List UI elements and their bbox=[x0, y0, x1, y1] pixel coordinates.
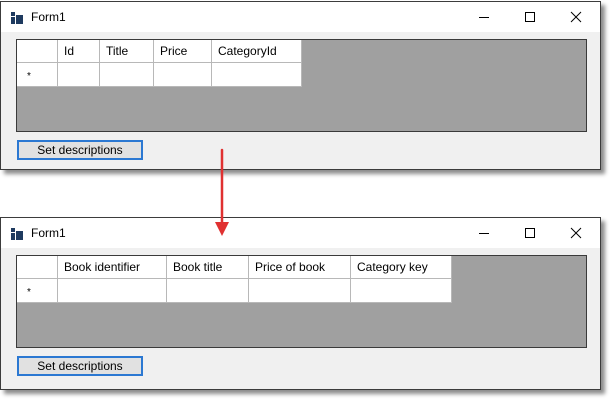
maximize-icon bbox=[525, 12, 535, 22]
data-grid-view[interactable]: Id Title Price CategoryId * bbox=[16, 39, 587, 132]
data-grid-view[interactable]: Book identifier Book title Price of book… bbox=[16, 255, 587, 348]
app-form-icon bbox=[11, 228, 23, 240]
grid-cell[interactable] bbox=[249, 279, 351, 303]
window-title: Form1 bbox=[31, 226, 66, 240]
window-title: Form1 bbox=[31, 10, 66, 24]
grid-cell[interactable] bbox=[58, 63, 100, 87]
maximize-icon bbox=[525, 228, 535, 238]
app-form-icon bbox=[11, 12, 23, 24]
new-row[interactable]: * bbox=[17, 63, 302, 87]
grid-cell[interactable] bbox=[167, 279, 249, 303]
title-bar[interactable]: Form1 bbox=[1, 218, 600, 248]
set-descriptions-button[interactable]: Set descriptions bbox=[17, 140, 143, 160]
maximize-button[interactable] bbox=[507, 2, 553, 32]
column-header-row: Book identifier Book title Price of book… bbox=[17, 256, 452, 279]
new-row-marker-icon: * bbox=[27, 71, 31, 82]
close-button[interactable] bbox=[553, 2, 599, 32]
form-window-after: Form1 Book identifier Book title Price o… bbox=[0, 217, 601, 390]
row-header[interactable]: * bbox=[17, 279, 58, 303]
set-descriptions-button[interactable]: Set descriptions bbox=[17, 356, 143, 376]
new-row-marker-icon: * bbox=[27, 287, 31, 298]
column-header[interactable]: Title bbox=[100, 40, 154, 63]
select-all-corner[interactable] bbox=[17, 40, 58, 63]
column-header[interactable]: Category key bbox=[351, 256, 452, 279]
column-header-row: Id Title Price CategoryId bbox=[17, 40, 302, 63]
select-all-corner[interactable] bbox=[17, 256, 58, 279]
column-header[interactable]: Price of book bbox=[249, 256, 351, 279]
grid-cell[interactable] bbox=[154, 63, 212, 87]
arrow-down-icon bbox=[215, 148, 229, 236]
row-header[interactable]: * bbox=[17, 63, 58, 87]
grid-cell[interactable] bbox=[100, 63, 154, 87]
close-icon bbox=[570, 11, 582, 23]
column-header[interactable]: Id bbox=[58, 40, 100, 63]
column-header[interactable]: Price bbox=[154, 40, 212, 63]
close-icon bbox=[570, 227, 582, 239]
minimize-icon bbox=[479, 233, 489, 234]
close-button[interactable] bbox=[553, 218, 599, 248]
grid-cell[interactable] bbox=[351, 279, 452, 303]
grid-cell[interactable] bbox=[58, 279, 167, 303]
minimize-button[interactable] bbox=[461, 2, 507, 32]
grid-cell[interactable] bbox=[212, 63, 302, 87]
column-header[interactable]: CategoryId bbox=[212, 40, 302, 63]
form-window-before: Form1 Id Title Price CategoryId * Set de… bbox=[0, 1, 601, 170]
minimize-button[interactable] bbox=[461, 218, 507, 248]
maximize-button[interactable] bbox=[507, 218, 553, 248]
new-row[interactable]: * bbox=[17, 279, 452, 303]
column-header[interactable]: Book title bbox=[167, 256, 249, 279]
column-header[interactable]: Book identifier bbox=[58, 256, 167, 279]
title-bar[interactable]: Form1 bbox=[1, 2, 600, 32]
minimize-icon bbox=[479, 17, 489, 18]
